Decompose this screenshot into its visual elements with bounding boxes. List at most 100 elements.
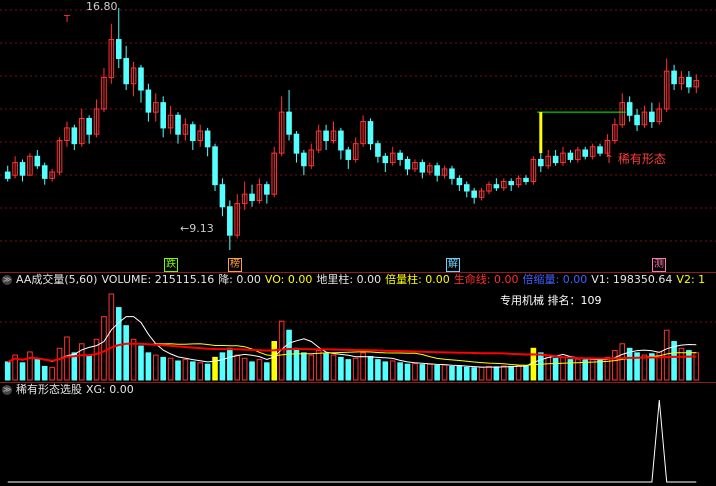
field-4: 倍量柱: 0.00 — [385, 273, 450, 286]
volume-bar — [449, 365, 455, 381]
field-2: VO: 0.00 — [264, 273, 313, 286]
volume-bar — [160, 356, 166, 381]
volume-bar — [175, 360, 181, 381]
volume-bar — [256, 359, 263, 381]
candle-body — [508, 181, 514, 186]
collapse-indicator-icon[interactable]: ≫ — [2, 385, 12, 395]
volume-bar — [338, 356, 344, 381]
candle-body — [397, 152, 403, 160]
candle-body — [382, 155, 389, 164]
volume-bar — [234, 354, 241, 381]
volume-panel[interactable]: ≫ AA成交量(5,60) VOLUME: 215115.16 降: 0.00 VO: … — [0, 272, 716, 382]
field-0: XG: 0.00 — [86, 383, 134, 396]
candle-body — [86, 117, 92, 135]
candle-body — [212, 146, 218, 186]
volume-bar — [219, 352, 226, 381]
volume-bar — [123, 325, 129, 381]
volume-bar — [641, 354, 648, 381]
volume-bar — [264, 362, 270, 381]
candle-body — [671, 70, 677, 85]
volume-bar — [101, 316, 107, 381]
volume-bar — [456, 365, 463, 381]
collapse-volume-icon[interactable]: ≫ — [2, 275, 12, 285]
volume-bar — [49, 366, 55, 381]
volume-bar — [389, 360, 396, 381]
volume-indicator-name[interactable]: AA成交量(5,60) — [16, 273, 97, 286]
field-8: V2: 1 — [676, 273, 706, 286]
candle-body — [552, 155, 559, 164]
industry-rank: 专用机械 排名：109 — [500, 294, 602, 307]
volume-bar — [249, 361, 255, 381]
volume-bar — [493, 366, 500, 381]
volume-bar — [197, 362, 204, 381]
candle-body — [264, 184, 270, 195]
rare-pattern-annotation: ↑ 稀有形态 — [604, 152, 666, 166]
indicator-header: ≫ 稀有形态选股 XG: 0.00 — [0, 382, 142, 398]
volume-bar — [286, 329, 292, 381]
t-marker: T — [64, 14, 71, 25]
indicator-panel[interactable]: ≫ 稀有形态选股 XG: 0.00 — [0, 382, 716, 486]
volume-bar — [130, 338, 137, 381]
candle-body — [190, 124, 196, 142]
candlestick-chart[interactable] — [0, 0, 716, 272]
volume-bar — [352, 357, 359, 381]
candle-body — [175, 114, 181, 135]
volume-bar — [138, 345, 144, 381]
tag-list[interactable]: 榜 — [228, 258, 242, 272]
candle-body — [434, 165, 440, 176]
volume-bar — [538, 352, 544, 381]
candle-body — [338, 130, 344, 151]
volume-bar — [426, 363, 433, 381]
indicator-name[interactable]: 稀有形态选股 — [16, 383, 82, 396]
high-price-label: 16.80 — [86, 0, 118, 13]
volume-bar — [404, 363, 411, 381]
volume-bar — [293, 347, 300, 381]
volume-bar — [56, 347, 63, 381]
volume-bar — [145, 352, 152, 381]
volume-bar — [523, 365, 529, 381]
candle-body — [227, 206, 233, 236]
candle-body — [449, 168, 455, 179]
price-chart-panel[interactable]: 16.80 ←9.13 ↑ 稀有形态 跌 榜 解 测 T — [0, 0, 716, 272]
volume-bar — [367, 355, 374, 381]
volume-bar — [663, 329, 670, 381]
volume-bar — [108, 293, 115, 381]
field-6: 倍缩量: 0.00 — [522, 273, 588, 286]
volume-bar — [441, 364, 448, 381]
volume-bar — [4, 361, 11, 381]
candle-body — [138, 67, 144, 91]
candle-body — [19, 162, 26, 176]
tag-fall[interactable]: 跌 — [164, 258, 178, 272]
candle-body — [367, 121, 374, 145]
candle-body — [404, 158, 411, 170]
volume-bar — [34, 359, 41, 381]
tag-unlock[interactable]: 解 — [446, 258, 460, 272]
life-line — [7, 342, 697, 363]
volume-chart[interactable] — [0, 272, 716, 382]
volume-bar — [434, 365, 440, 381]
candle-body — [123, 57, 129, 85]
volume-bar — [41, 365, 48, 381]
candle-body — [293, 133, 300, 154]
candle-body — [419, 162, 426, 173]
candle-body — [634, 114, 640, 126]
volume-bar — [190, 361, 196, 381]
candle-body — [626, 102, 633, 116]
candle-body — [41, 165, 48, 179]
candle-body — [456, 177, 463, 186]
volume-bar — [619, 343, 626, 381]
field-3: 地里柱: 0.00 — [316, 273, 382, 286]
volume-bar — [552, 357, 559, 381]
volume-bar — [241, 357, 248, 381]
tag-survey[interactable]: 测 — [652, 258, 666, 272]
candle-body — [686, 76, 692, 88]
volume-bar — [597, 360, 603, 381]
field-0: VOLUME: 215115.16 — [101, 273, 215, 286]
volume-bar — [315, 350, 322, 381]
candle-body — [597, 146, 603, 154]
low-price-label: ←9.13 — [180, 222, 214, 235]
candle-body — [471, 190, 477, 198]
volume-bar — [64, 336, 70, 381]
volume-bar — [301, 352, 307, 381]
candle-body — [301, 152, 307, 167]
